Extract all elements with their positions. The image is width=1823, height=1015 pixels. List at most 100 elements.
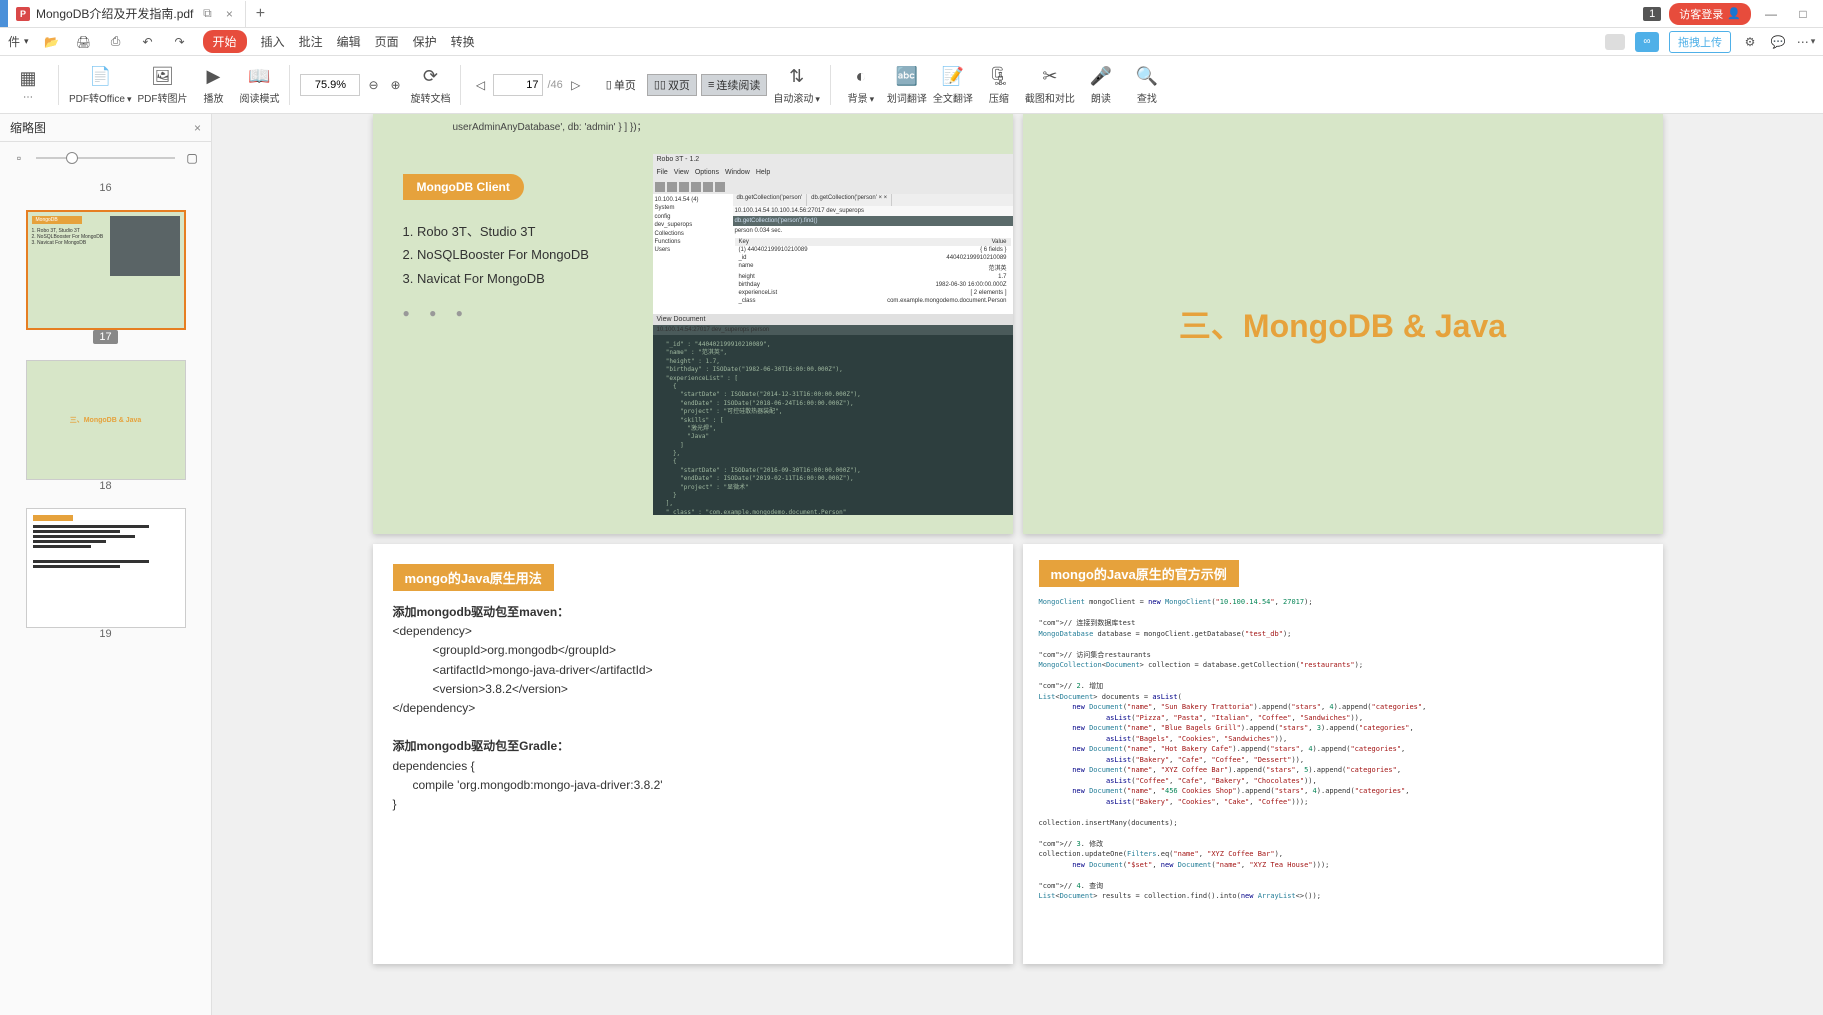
compress-button[interactable]: 🗜 压缩 bbox=[979, 60, 1019, 110]
code-snippet-top: userAdminAnyDatabase', db: 'admin' } ] }… bbox=[453, 118, 647, 133]
read-aloud-button[interactable]: 🎤 朗读 bbox=[1081, 60, 1121, 110]
java-code-sample: MongoClient mongoClient = new MongoClien… bbox=[1039, 597, 1647, 902]
ellipsis: ● ● ● bbox=[403, 306, 643, 320]
settings-icon[interactable]: ⚙ bbox=[1741, 33, 1759, 51]
translate-icon: 🔤 bbox=[895, 64, 919, 88]
more-icon[interactable]: ⋯ bbox=[1797, 33, 1815, 51]
user-icon: 👤 bbox=[1727, 7, 1741, 20]
mic-icon: 🎤 bbox=[1089, 64, 1113, 88]
menu-annotate[interactable]: 批注 bbox=[299, 33, 323, 50]
play-button[interactable]: ▶ 播放 bbox=[193, 60, 233, 110]
robo-toolbar bbox=[653, 180, 1013, 194]
sidebar-toggle-button[interactable]: ▦ ⋯ bbox=[8, 60, 48, 110]
pdf-icon: P bbox=[16, 7, 30, 21]
background-button[interactable]: ◐ 背景 bbox=[841, 60, 881, 110]
thumb-16[interactable]: 16 bbox=[0, 182, 211, 198]
client-item-2: 2. NoSQLBooster For MongoDB bbox=[403, 243, 643, 266]
section-heading-20: mongo的Java原生的官方示例 bbox=[1039, 560, 1239, 587]
next-page-icon[interactable]: ▷ bbox=[567, 76, 585, 94]
full-translate-button[interactable]: 📝 全文翻译 bbox=[933, 60, 973, 110]
zoom-out-icon[interactable]: ⊖ bbox=[364, 76, 382, 94]
gradle-title: 添加mongodb驱动包至Gradle： bbox=[393, 739, 570, 753]
section-heading-19: mongo的Java原生用法 bbox=[393, 564, 554, 591]
document-tab[interactable]: P MongoDB介绍及开发指南.pdf ⧉ × bbox=[8, 1, 246, 27]
print-icon[interactable]: ⎙ bbox=[107, 33, 125, 51]
search-icon: 🔍 bbox=[1135, 64, 1159, 88]
zoom-in-icon[interactable]: ⊕ bbox=[386, 76, 404, 94]
menu-edit[interactable]: 编辑 bbox=[337, 33, 361, 50]
duplicate-tab-icon[interactable]: ⧉ bbox=[199, 6, 215, 22]
find-button[interactable]: 🔍 查找 bbox=[1127, 60, 1167, 110]
thumb-size-slider[interactable] bbox=[36, 157, 175, 159]
robo-title: Robo 3T - 1.2 bbox=[653, 154, 1013, 168]
toolbar: ▦ ⋯ 📄 PDF转Office 🖼 PDF转图片 ▶ 播放 📖 阅读模式 ⊖ … bbox=[0, 56, 1823, 114]
play-icon: ▶ bbox=[201, 64, 225, 88]
open-icon[interactable]: 📂 bbox=[43, 33, 61, 51]
sidebar-header: 缩略图 × bbox=[0, 114, 211, 142]
page-20: mongo的Java原生的官方示例 MongoClient mongoClien… bbox=[1023, 544, 1663, 964]
thumb-19[interactable]: 19 bbox=[0, 508, 211, 644]
thumb-large-icon[interactable]: ▢ bbox=[183, 149, 201, 167]
view-doc-header: View Document bbox=[653, 314, 1013, 325]
menu-file[interactable]: 件 bbox=[8, 33, 29, 50]
page-total: /46 bbox=[547, 79, 562, 91]
sidebar-toolbar: ▫ ▢ bbox=[0, 142, 211, 174]
pdf-to-image-button[interactable]: 🖼 PDF转图片 bbox=[137, 60, 187, 110]
menu-page[interactable]: 页面 bbox=[375, 33, 399, 50]
thumb-18[interactable]: 三、MongoDB & Java 18 bbox=[0, 360, 211, 496]
robo3t-screenshot: Robo 3T - 1.2 FileViewOptionsWindowHelp … bbox=[653, 154, 1013, 504]
add-tab-button[interactable]: + bbox=[246, 5, 274, 23]
close-sidebar-icon[interactable]: × bbox=[194, 121, 201, 135]
app-accent bbox=[0, 0, 8, 27]
thumb-small-icon[interactable]: ▫ bbox=[10, 149, 28, 167]
auto-scroll-button[interactable]: ⇅ 自动滚动 bbox=[773, 60, 820, 110]
save-icon[interactable]: 🖨 bbox=[75, 33, 93, 51]
menu-insert[interactable]: 插入 bbox=[261, 33, 285, 50]
auto-scroll-icon: ⇅ bbox=[785, 64, 809, 88]
section-heading: MongoDB Client bbox=[403, 174, 524, 200]
share-icon[interactable]: ∞ bbox=[1635, 32, 1659, 52]
zoom-input[interactable] bbox=[300, 74, 360, 96]
page-17: userAdminAnyDatabase', db: 'admin' } ] }… bbox=[373, 114, 1013, 534]
menu-convert[interactable]: 转换 bbox=[451, 33, 475, 50]
continuous-button[interactable]: ≡ 连续阅读 bbox=[701, 74, 767, 96]
page-18: 三、MongoDB & Java bbox=[1023, 114, 1663, 534]
screenshot-icon: ✂ bbox=[1038, 64, 1062, 88]
maximize-icon[interactable]: □ bbox=[1791, 7, 1815, 21]
close-tab-icon[interactable]: × bbox=[221, 6, 237, 22]
notification-badge[interactable]: 1 bbox=[1643, 7, 1661, 21]
titlebar: P MongoDB介绍及开发指南.pdf ⧉ × + 1 访客登录 👤 — □ bbox=[0, 0, 1823, 28]
menu-start[interactable]: 开始 bbox=[203, 30, 247, 53]
panel-icon: ▦ bbox=[16, 66, 40, 90]
main-area: 缩略图 × ▫ ▢ 16 MongoDB 1. Robo 3T, Studio … bbox=[0, 114, 1823, 1015]
feedback-icon[interactable]: 💬 bbox=[1769, 33, 1787, 51]
prev-page-icon[interactable]: ◁ bbox=[471, 76, 489, 94]
thumb-17[interactable]: MongoDB 1. Robo 3T, Studio 3T2. NoSQLBoo… bbox=[0, 210, 211, 348]
upload-button[interactable]: 拖拽上传 bbox=[1669, 31, 1731, 53]
menubar: 件 📂 🖨 ⎙ ↶ ↷ 开始 插入 批注 编辑 页面 保护 转换 ∞ 拖拽上传 … bbox=[0, 28, 1823, 56]
client-item-1: 1. Robo 3T、Studio 3T bbox=[403, 220, 643, 243]
full-translate-icon: 📝 bbox=[941, 64, 965, 88]
thumbnail-sidebar: 缩略图 × ▫ ▢ 16 MongoDB 1. Robo 3T, Studio … bbox=[0, 114, 212, 1015]
rotate-button[interactable]: ⟳ 旋转文档 bbox=[410, 60, 450, 110]
cloud-sync-icon[interactable] bbox=[1605, 34, 1625, 50]
screenshot-button[interactable]: ✂ 截图和对比 bbox=[1025, 60, 1075, 110]
menu-protect[interactable]: 保护 bbox=[413, 33, 437, 50]
single-page-button[interactable]: ▯ 单页 bbox=[599, 74, 643, 96]
maven-title: 添加mongodb驱动包至maven： bbox=[393, 605, 570, 619]
pdf-to-office-button[interactable]: 📄 PDF转Office bbox=[69, 60, 131, 110]
page-input[interactable] bbox=[493, 74, 543, 96]
redo-icon[interactable]: ↷ bbox=[171, 33, 189, 51]
login-button[interactable]: 访客登录 👤 bbox=[1669, 3, 1751, 25]
page-19: mongo的Java原生用法 添加mongodb驱动包至maven： <depe… bbox=[373, 544, 1013, 964]
json-document: "_id" : "440402199910210089", "name" : "… bbox=[653, 335, 1013, 515]
minimize-icon[interactable]: — bbox=[1759, 7, 1783, 21]
thumbnail-list[interactable]: 16 MongoDB 1. Robo 3T, Studio 3T2. NoSQL… bbox=[0, 174, 211, 1015]
word-translate-button[interactable]: 🔤 划词翻译 bbox=[887, 60, 927, 110]
convert-image-icon: 🖼 bbox=[150, 64, 174, 88]
read-mode-button[interactable]: 📖 阅读模式 bbox=[239, 60, 279, 110]
document-viewport[interactable]: userAdminAnyDatabase', db: 'admin' } ] }… bbox=[212, 114, 1823, 1015]
double-page-button[interactable]: ▯▯ 双页 bbox=[647, 74, 697, 96]
chapter-title: 三、MongoDB & Java bbox=[1179, 301, 1506, 347]
undo-icon[interactable]: ↶ bbox=[139, 33, 157, 51]
